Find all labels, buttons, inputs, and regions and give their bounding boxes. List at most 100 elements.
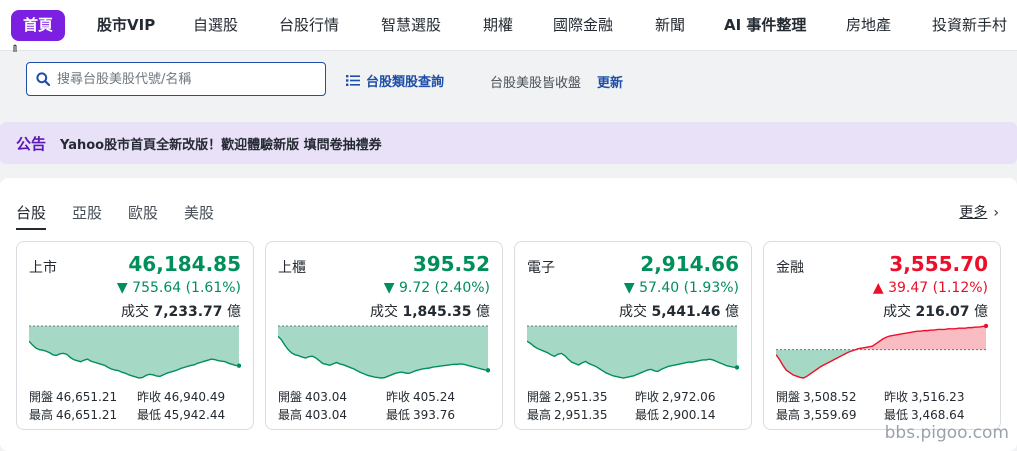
- sparkline-chart: [776, 323, 988, 379]
- nav-item-news[interactable]: 新聞: [655, 10, 685, 41]
- index-name: 上櫃: [278, 260, 306, 276]
- stat-low: 最低 3,468.64: [884, 406, 964, 423]
- search-input[interactable]: [57, 63, 319, 95]
- sparkline-chart: [278, 325, 490, 379]
- nav-item-tw-market[interactable]: 台股行情: [279, 10, 339, 41]
- index-change-value: 755.64 (1.61%): [132, 280, 241, 296]
- volume-label: 成交: [370, 304, 398, 320]
- stat-value: 46,651.21: [56, 390, 118, 404]
- sparkline-last-point: [983, 323, 988, 329]
- stat-label: 最高: [29, 408, 54, 422]
- stat-value: 2,951.35: [554, 390, 608, 404]
- stat-value: 403.04: [305, 390, 348, 404]
- index-change-value: 9.72 (2.40%): [398, 280, 490, 296]
- stat-high: 最高 3,559.69: [776, 406, 856, 423]
- tab-us-stocks[interactable]: 美股: [184, 202, 214, 228]
- search-box[interactable]: [26, 62, 326, 96]
- stat-label: 昨收: [137, 390, 162, 404]
- stat-value: 46,651.21: [56, 408, 118, 422]
- stat-prev-close: 昨收 3,516.23: [884, 388, 964, 405]
- index-card-listed[interactable]: 上市 46,184.85 ▼ 755.64 (1.61%) 成交 7,233.77 億…: [16, 241, 254, 430]
- nav-item-real-estate[interactable]: 房地產: [846, 10, 891, 41]
- volume-label: 成交: [883, 304, 912, 320]
- index-change: ▼ 755.64 (1.61%): [117, 280, 241, 296]
- stat-value: 2,951.35: [554, 408, 608, 422]
- volume-unit: 億: [227, 304, 241, 320]
- stat-high: 最高 403.04: [278, 406, 347, 423]
- nav-item-watchlist[interactable]: 自選股: [193, 10, 238, 41]
- nav-item-beginner[interactable]: 投資新手村: [932, 10, 1007, 41]
- volume-value: 5,441.46: [651, 304, 721, 320]
- sparkline-chart: [527, 325, 739, 379]
- index-card-otc[interactable]: 上櫃 395.52 ▼ 9.72 (2.40%) 成交 1,845.35 億開盤 403…: [265, 241, 503, 430]
- volume-label: 成交: [619, 304, 647, 320]
- stat-value: 393.76: [413, 408, 456, 422]
- sparkline-chart: [29, 325, 241, 379]
- index-card-electronics[interactable]: 電子 2,914.66 ▼ 57.40 (1.93%) 成交 5,441.46 億開盤…: [514, 241, 752, 430]
- nav-item-vip[interactable]: 股市VIP: [97, 10, 155, 41]
- stat-prev-close: 昨收 46,940.49: [137, 388, 225, 405]
- nav-item-options[interactable]: 期權: [483, 10, 513, 41]
- index-price: 2,914.66: [640, 252, 739, 276]
- sparkline-last-point: [734, 365, 739, 370]
- index-change-value: 57.40 (1.93%): [639, 280, 739, 296]
- stat-value: 405.24: [413, 390, 456, 404]
- index-price: 395.52: [412, 252, 490, 276]
- stat-value: 45,942.44: [164, 408, 226, 422]
- stat-value: 403.04: [305, 408, 348, 422]
- nav-item-smart-picker[interactable]: 智慧選股: [381, 10, 441, 41]
- arrow-down-icon: ▼: [383, 280, 395, 296]
- volume-label: 成交: [121, 304, 149, 320]
- market-closed-text: 台股美股皆收盤: [490, 76, 582, 91]
- index-price: 46,184.85: [128, 252, 241, 276]
- nav-item-intl-finance[interactable]: 國際金融: [553, 10, 613, 41]
- nav-item-ai-events[interactable]: AI 事件整理: [724, 10, 806, 41]
- stat-value: 3,516.23: [911, 390, 965, 404]
- stat-label: 最高: [527, 408, 552, 422]
- watermark: bbs.pigoo.com: [884, 423, 1009, 443]
- tab-tw-stocks[interactable]: 台股: [16, 202, 47, 230]
- stat-low: 最低 393.76: [386, 406, 455, 423]
- stat-prev-close: 昨收 405.24: [386, 388, 455, 405]
- index-volume: 成交 1,845.35 億: [370, 301, 490, 321]
- chevron-right-icon: ›: [993, 205, 999, 221]
- sparkline-area-below: [278, 326, 488, 378]
- arrow-down-icon: ▼: [623, 280, 635, 296]
- nav-item-home[interactable]: 首頁: [11, 10, 66, 41]
- stat-label: 昨收: [884, 390, 909, 404]
- volume-value: 1,845.35: [402, 304, 472, 320]
- stat-high: 最高 46,651.21: [29, 406, 117, 423]
- arrow-down-icon: ▼: [116, 280, 128, 296]
- stat-value: 3,559.69: [803, 408, 857, 422]
- list-icon: [346, 75, 360, 86]
- stat-value: 46,940.49: [164, 390, 226, 404]
- index-price: 3,555.70: [889, 252, 988, 276]
- index-card-finance[interactable]: 金融 3,555.70 ▲ 39.47 (1.12%) 成交 216.07 億開盤 3,…: [763, 241, 1001, 430]
- stat-label: 開盤: [278, 390, 303, 404]
- more-link[interactable]: 更多 ›: [959, 202, 999, 222]
- stat-label: 最高: [776, 408, 801, 422]
- announcement-banner[interactable]: 公告 Yahoo股市首頁全新改版！歡迎體驗新版 填問卷抽禮券: [0, 122, 1017, 164]
- tab-asia-stocks[interactable]: 亞股: [72, 202, 102, 228]
- index-name: 金融: [776, 260, 804, 276]
- stat-label: 昨收: [635, 390, 660, 404]
- category-query-link[interactable]: 台股類股查詢: [346, 71, 444, 90]
- index-name: 電子: [527, 260, 555, 276]
- stat-low: 最低 2,900.14: [635, 406, 715, 423]
- update-link[interactable]: 更新: [597, 72, 623, 91]
- stat-open: 開盤 403.04: [278, 388, 347, 405]
- volume-unit: 億: [476, 304, 490, 320]
- tab-europe-stocks[interactable]: 歐股: [128, 202, 158, 228]
- search-icon: [36, 72, 50, 86]
- sparkline-last-point: [485, 368, 490, 373]
- volume-unit: 億: [974, 304, 988, 320]
- stat-label: 開盤: [29, 390, 54, 404]
- stat-open: 開盤 3,508.52: [776, 388, 856, 405]
- announcement-message[interactable]: Yahoo股市首頁全新改版！歡迎體驗新版 填問卷抽禮券: [60, 134, 382, 153]
- volume-value: 216.07: [915, 304, 970, 320]
- announcement-tag: 公告: [16, 135, 47, 153]
- stat-label: 最高: [278, 408, 303, 422]
- stat-label: 開盤: [527, 390, 552, 404]
- stat-value: 3,468.64: [911, 408, 965, 422]
- arrow-up-icon: ▲: [872, 280, 884, 296]
